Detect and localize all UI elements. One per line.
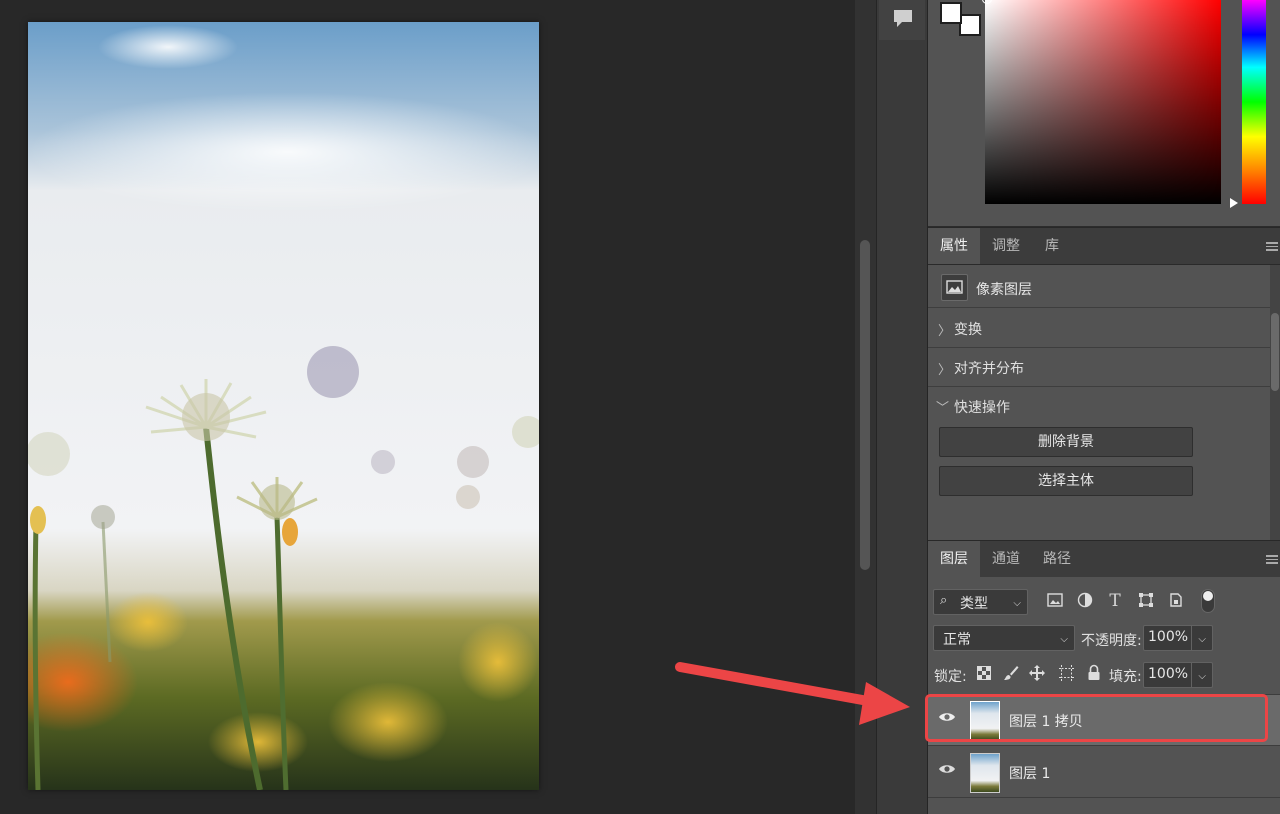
foreground-color-swatch[interactable] — [940, 2, 962, 24]
tab-paths[interactable]: 路径 — [1032, 541, 1082, 577]
tab-properties[interactable]: 属性 — [928, 228, 980, 264]
background-color-swatch[interactable] — [959, 14, 981, 36]
layer-name[interactable]: 图层 1 — [1009, 763, 1050, 783]
layers-tab-bar: 图层 通道 路径 — [928, 541, 1280, 578]
lock-transparent-pixels-icon[interactable] — [974, 666, 994, 684]
pixel-layer-icon — [941, 274, 968, 301]
lock-image-pixels-brush-icon[interactable] — [1001, 664, 1021, 686]
shape-filter-icon[interactable] — [1136, 592, 1156, 612]
canvas-scroll-thumb[interactable] — [860, 240, 870, 570]
lock-all-icon[interactable] — [1084, 664, 1104, 685]
comment-icon — [894, 10, 912, 27]
smart-object-filter-icon[interactable] — [1166, 592, 1186, 612]
section-quick-actions-label: 快速操作 — [954, 400, 1010, 416]
fill-label: 填充: — [1109, 669, 1142, 685]
chevron-down-icon[interactable]: ⌵ — [1198, 671, 1206, 682]
lock-artboard-icon[interactable] — [1056, 665, 1076, 685]
layer-row[interactable]: 图层 1 — [928, 747, 1280, 798]
filter-toggle-switch[interactable] — [1201, 589, 1215, 613]
visibility-eye-icon[interactable] — [938, 763, 956, 775]
image-filter-icon[interactable] — [1045, 593, 1065, 611]
tab-libraries[interactable]: 库 — [1032, 228, 1072, 264]
remove-background-button[interactable]: 删除背景 — [939, 427, 1193, 457]
blend-mode-value: 正常 — [943, 632, 971, 648]
properties-scrollbar[interactable] — [1270, 265, 1280, 540]
comments-panel-button[interactable] — [879, 0, 925, 40]
opacity-label: 不透明度: — [1081, 633, 1142, 649]
chevron-right-icon: 〉 — [938, 363, 952, 378]
fill-value: 100% — [1148, 666, 1189, 682]
section-quick-actions[interactable]: ﹀ 快速操作 — [928, 387, 1270, 426]
annotation-arrow — [675, 662, 910, 725]
section-align-distribute[interactable]: 〉 对齐并分布 — [928, 348, 1270, 387]
chevron-down-icon: ⌵ — [1013, 598, 1021, 609]
panel-menu-icon[interactable] — [1266, 555, 1278, 564]
section-transform[interactable]: 〉 变换 — [928, 309, 1270, 348]
tab-adjustments[interactable]: 调整 — [981, 228, 1031, 264]
type-filter-icon[interactable]: T — [1105, 591, 1125, 611]
tab-channels[interactable]: 通道 — [981, 541, 1031, 577]
section-transform-label: 变换 — [954, 322, 982, 338]
chevron-down-icon: ﹀ — [936, 401, 950, 416]
chevron-down-icon: ⌵ — [1060, 634, 1068, 645]
blend-mode-dropdown[interactable]: 正常 ⌵ — [933, 625, 1075, 651]
panel-menu-icon[interactable] — [1266, 242, 1278, 251]
chevron-down-icon[interactable]: ⌵ — [1198, 634, 1206, 645]
layer-kind-label: 像素图层 — [976, 282, 1032, 298]
document-image[interactable] — [28, 22, 539, 790]
layer-thumbnail — [970, 753, 1000, 793]
fill-field[interactable]: 100% ⌵ — [1143, 662, 1213, 688]
properties-scroll-thumb[interactable] — [1271, 313, 1279, 391]
adjustment-filter-icon[interactable] — [1075, 592, 1095, 612]
layer-kind-row: 像素图层 — [928, 268, 1270, 308]
opacity-value: 100% — [1148, 629, 1189, 645]
layer-filter-value: 类型 — [960, 596, 988, 612]
opacity-field[interactable]: 100% ⌵ — [1143, 625, 1213, 651]
hue-slider[interactable] — [1242, 0, 1266, 204]
tab-layers[interactable]: 图层 — [928, 541, 980, 577]
saturation-value-field[interactable] — [985, 0, 1221, 204]
section-align-label: 对齐并分布 — [954, 361, 1024, 377]
properties-tab-bar: 属性 调整 库 — [928, 228, 1280, 265]
flower-photo — [28, 22, 539, 790]
select-subject-button[interactable]: 选择主体 — [939, 466, 1193, 496]
chevron-right-icon: 〉 — [938, 324, 952, 339]
hue-slider-handle[interactable] — [1230, 198, 1238, 208]
search-icon: ⌕ — [940, 593, 948, 608]
annotation-highlight-box — [925, 694, 1268, 742]
lock-label: 锁定: — [934, 669, 967, 685]
layer-filter-dropdown[interactable]: ⌕ 类型 ⌵ — [933, 589, 1028, 615]
lock-position-move-icon[interactable] — [1027, 664, 1047, 686]
